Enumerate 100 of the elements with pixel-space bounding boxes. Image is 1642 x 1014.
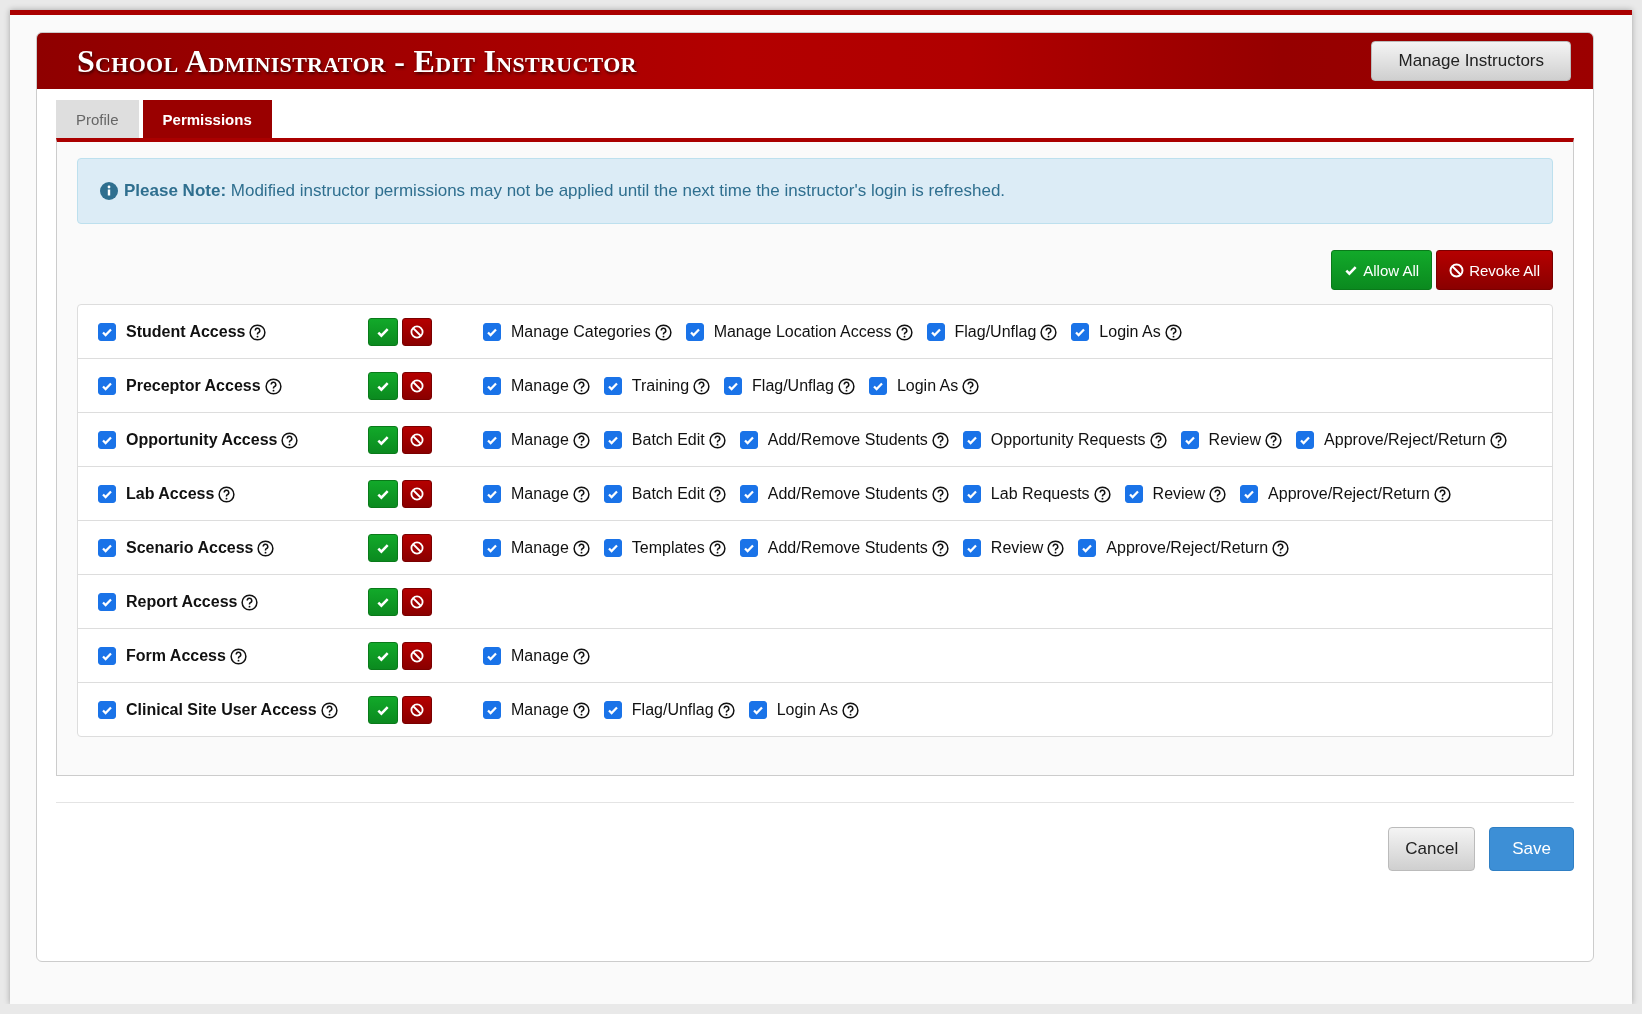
help-icon[interactable]: [264, 377, 282, 395]
revoke-button[interactable]: [402, 642, 432, 670]
help-icon[interactable]: [842, 701, 860, 719]
help-icon[interactable]: [1265, 431, 1283, 449]
revoke-button[interactable]: [402, 372, 432, 400]
help-icon[interactable]: [1047, 539, 1065, 557]
allow-button[interactable]: [368, 534, 398, 562]
allow-button[interactable]: [368, 318, 398, 346]
checkbox[interactable]: [98, 485, 116, 503]
revoke-button[interactable]: [402, 588, 432, 616]
help-icon[interactable]: [572, 485, 590, 503]
checkbox[interactable]: [603, 377, 622, 395]
checkmark-icon: [742, 542, 755, 554]
checkbox[interactable]: [1296, 431, 1315, 449]
checkmark-icon: [376, 541, 390, 555]
revoke-button[interactable]: [402, 426, 432, 454]
help-icon[interactable]: [1272, 539, 1290, 557]
checkbox[interactable]: [483, 377, 501, 395]
checkbox[interactable]: [1071, 323, 1090, 341]
revoke-button[interactable]: [402, 318, 432, 346]
help-icon[interactable]: [1489, 431, 1507, 449]
help-icon[interactable]: [249, 323, 267, 341]
help-icon[interactable]: [572, 431, 590, 449]
checkbox[interactable]: [483, 431, 501, 449]
checkmark-icon: [1127, 488, 1140, 500]
checkbox[interactable]: [98, 377, 116, 395]
help-icon[interactable]: [1433, 485, 1451, 503]
help-icon[interactable]: [257, 539, 275, 557]
help-icon[interactable]: [708, 485, 726, 503]
help-icon[interactable]: [708, 431, 726, 449]
help-icon[interactable]: [654, 323, 672, 341]
checkbox[interactable]: [962, 539, 981, 557]
help-icon[interactable]: [693, 377, 711, 395]
checkbox[interactable]: [603, 539, 622, 557]
tab[interactable]: Permissions: [142, 100, 272, 138]
help-icon[interactable]: [241, 593, 259, 611]
help-icon[interactable]: [572, 647, 590, 665]
help-icon[interactable]: [962, 377, 980, 395]
allow-button[interactable]: [368, 372, 398, 400]
checkmark-icon: [376, 433, 390, 447]
help-icon[interactable]: [1040, 323, 1058, 341]
checkbox[interactable]: [962, 431, 981, 449]
help-icon[interactable]: [931, 485, 949, 503]
checkbox[interactable]: [483, 323, 501, 341]
checkbox[interactable]: [868, 377, 887, 395]
help-icon[interactable]: [708, 539, 726, 557]
manage-instructors-button[interactable]: Manage Instructors: [1371, 41, 1571, 81]
help-icon[interactable]: [931, 539, 949, 557]
checkbox[interactable]: [98, 323, 116, 341]
allow-all-button[interactable]: Allow All: [1331, 250, 1433, 290]
revoke-all-button[interactable]: Revoke All: [1436, 250, 1553, 290]
checkbox[interactable]: [98, 431, 116, 449]
help-icon[interactable]: [281, 431, 299, 449]
help-icon[interactable]: [1093, 485, 1111, 503]
allow-button[interactable]: [368, 480, 398, 508]
help-icon[interactable]: [218, 485, 236, 503]
checkbox[interactable]: [1124, 485, 1143, 503]
help-icon[interactable]: [1209, 485, 1227, 503]
help-icon[interactable]: [717, 701, 735, 719]
allow-button[interactable]: [368, 426, 398, 454]
help-icon[interactable]: [229, 647, 247, 665]
checkbox[interactable]: [739, 431, 758, 449]
checkbox[interactable]: [98, 593, 116, 611]
help-icon[interactable]: [572, 701, 590, 719]
help-icon[interactable]: [572, 377, 590, 395]
checkbox[interactable]: [603, 701, 622, 719]
help-icon[interactable]: [1149, 431, 1167, 449]
checkbox[interactable]: [739, 539, 758, 557]
checkbox[interactable]: [603, 485, 622, 503]
checkbox[interactable]: [483, 485, 501, 503]
help-icon[interactable]: [931, 431, 949, 449]
revoke-button[interactable]: [402, 480, 432, 508]
checkbox[interactable]: [98, 647, 116, 665]
checkbox[interactable]: [962, 485, 981, 503]
checkbox[interactable]: [739, 485, 758, 503]
help-icon[interactable]: [895, 323, 913, 341]
checkbox[interactable]: [748, 701, 767, 719]
revoke-button[interactable]: [402, 696, 432, 724]
checkbox[interactable]: [98, 701, 116, 719]
checkbox[interactable]: [483, 539, 501, 557]
checkbox[interactable]: [483, 701, 501, 719]
checkbox[interactable]: [926, 323, 945, 341]
allow-button[interactable]: [368, 588, 398, 616]
tab[interactable]: Profile: [56, 100, 139, 138]
help-icon[interactable]: [320, 701, 338, 719]
allow-button[interactable]: [368, 642, 398, 670]
cancel-button[interactable]: Cancel: [1388, 827, 1476, 871]
help-icon[interactable]: [837, 377, 855, 395]
checkbox[interactable]: [1078, 539, 1097, 557]
checkbox[interactable]: [483, 647, 501, 665]
allow-button[interactable]: [368, 696, 398, 724]
checkbox[interactable]: [603, 431, 622, 449]
checkbox[interactable]: [1180, 431, 1199, 449]
help-icon[interactable]: [1164, 323, 1182, 341]
help-icon[interactable]: [572, 539, 590, 557]
checkbox[interactable]: [685, 323, 704, 341]
revoke-button[interactable]: [402, 534, 432, 562]
checkbox[interactable]: [724, 377, 743, 395]
checkbox[interactable]: [1240, 485, 1259, 503]
checkbox[interactable]: [98, 539, 116, 557]
